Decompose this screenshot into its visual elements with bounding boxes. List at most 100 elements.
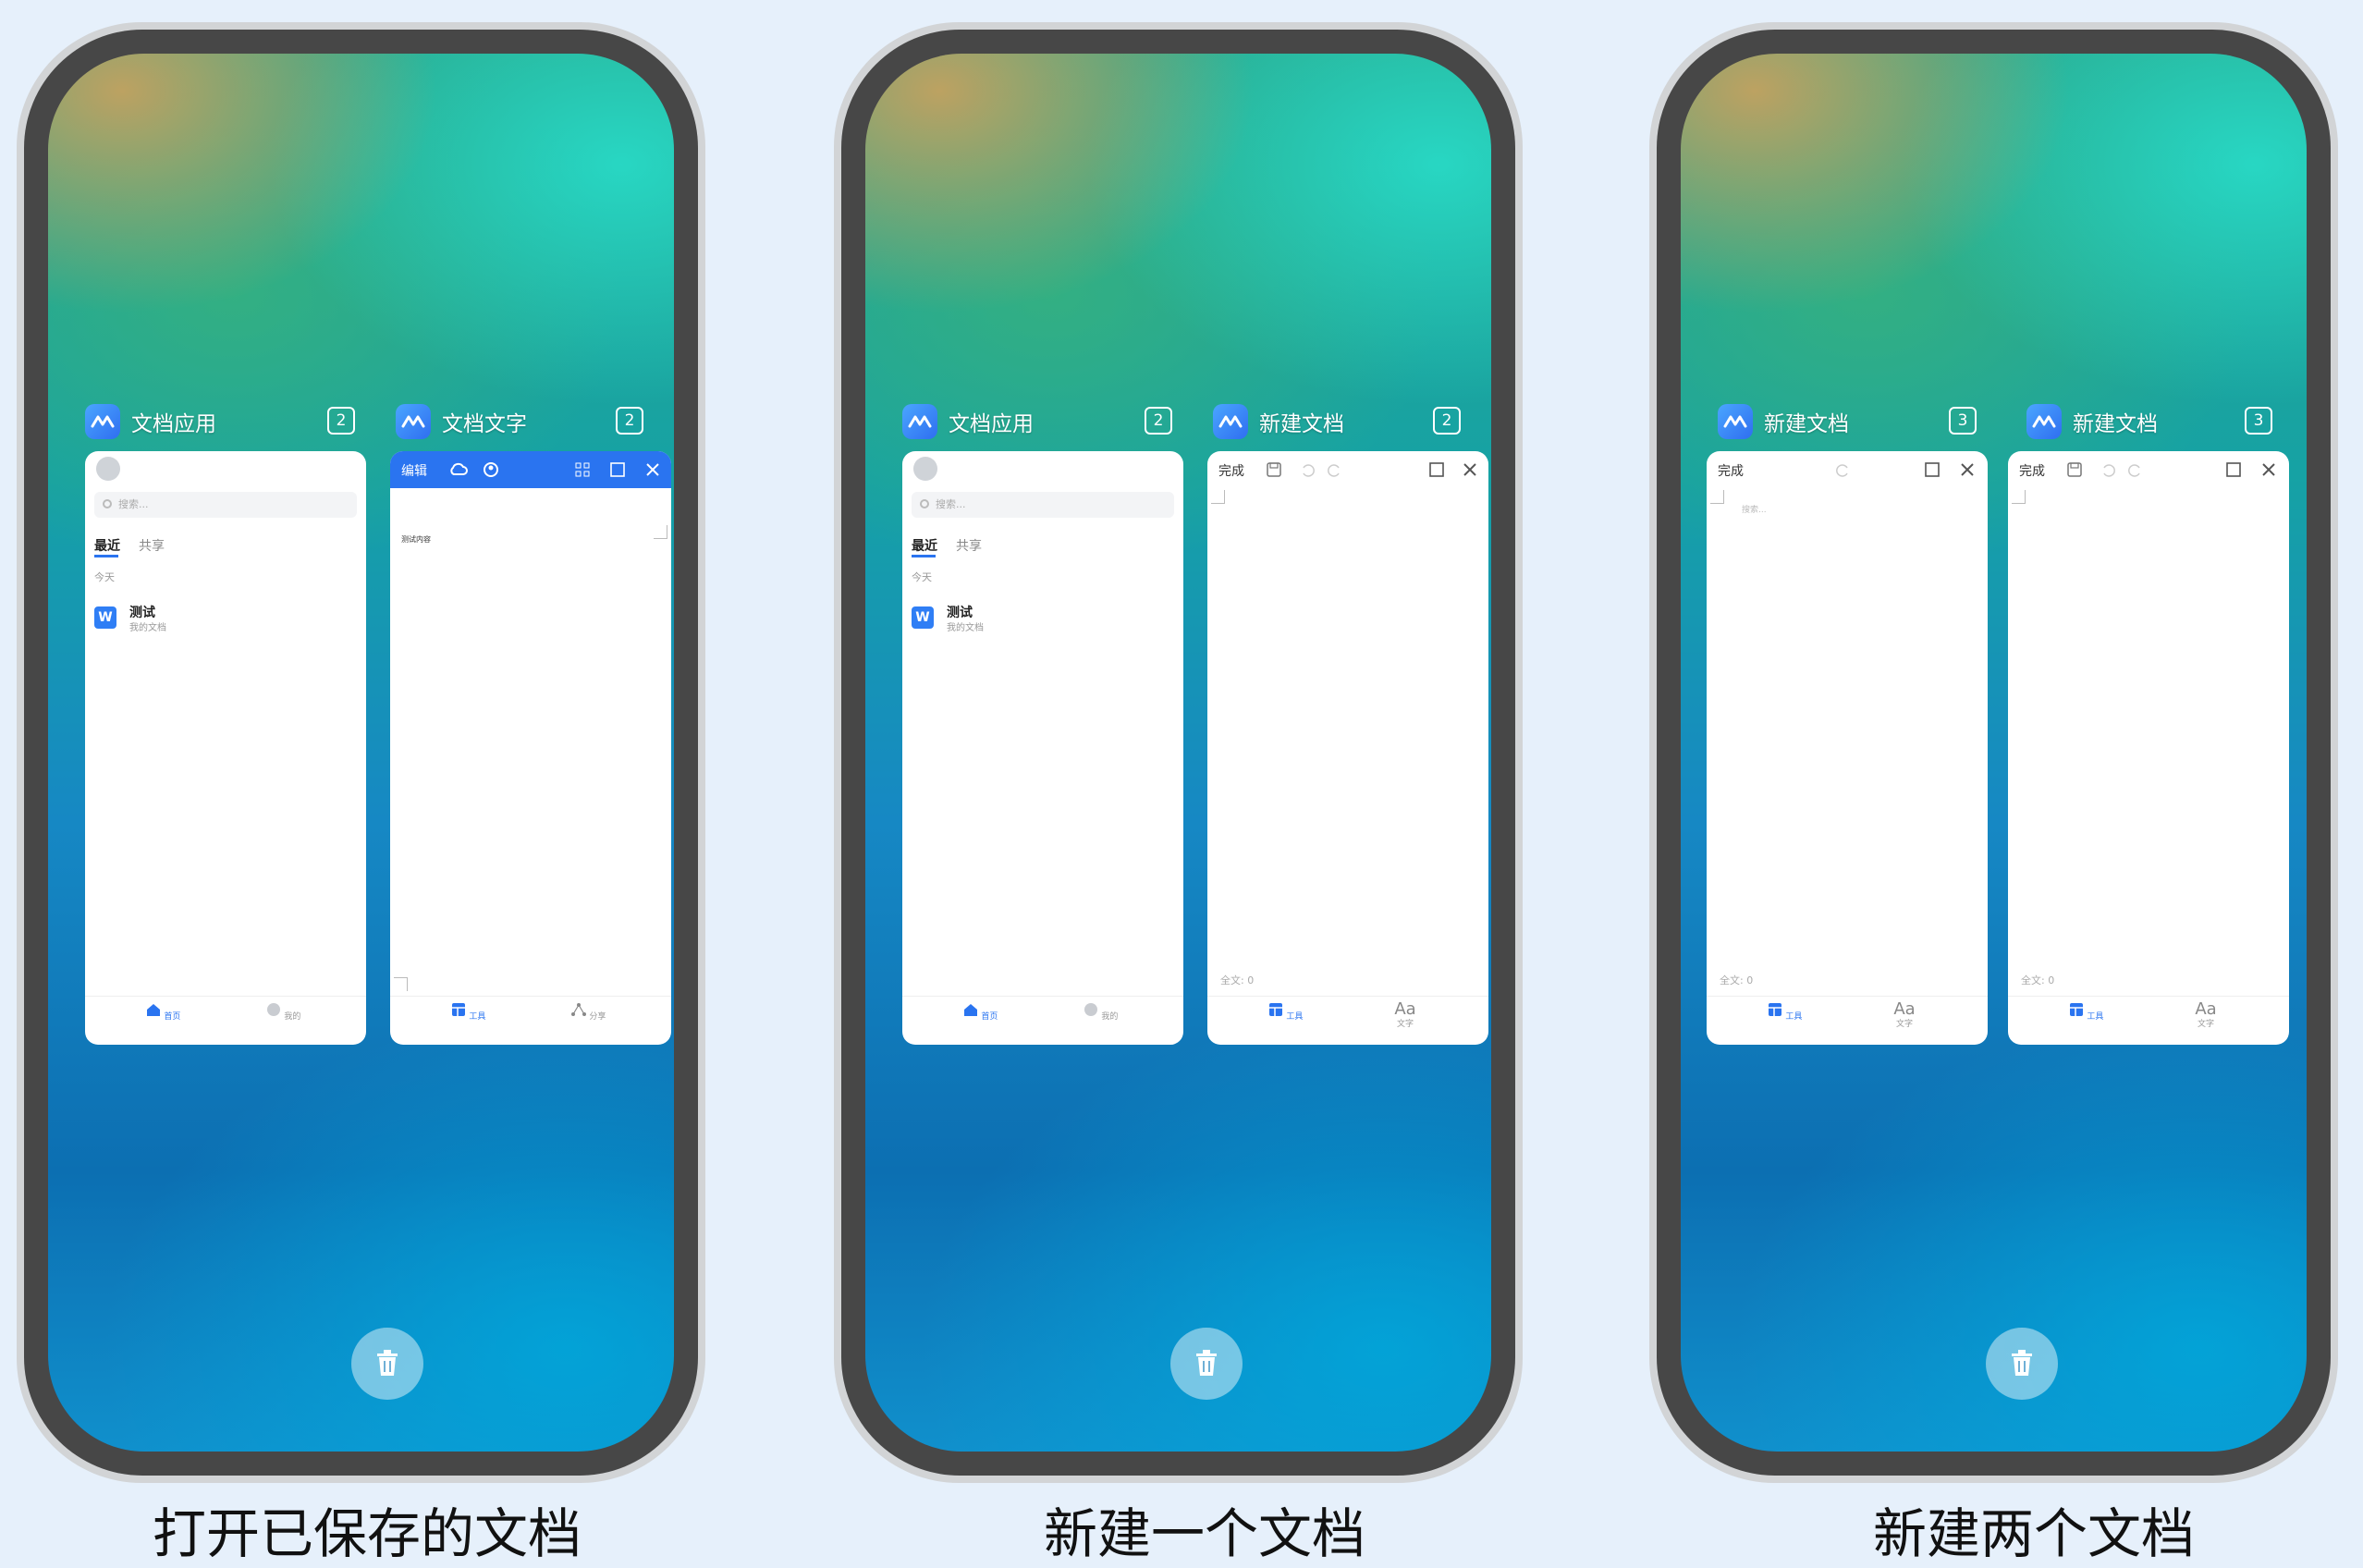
task-header-docs-text[interactable]: 文档文字 2 xyxy=(396,394,673,449)
window-icon[interactable] xyxy=(1925,462,1940,477)
clear-all-button[interactable] xyxy=(1986,1328,2058,1400)
word-file-icon: W xyxy=(94,606,116,629)
tab-recent[interactable]: 最近 xyxy=(94,536,120,555)
docs-app-icon xyxy=(1213,404,1248,439)
window-count-badge[interactable]: 3 xyxy=(2245,407,2272,435)
search-input[interactable]: 搜索... xyxy=(94,492,357,518)
tab-shared[interactable]: 共享 xyxy=(139,536,165,555)
file-name[interactable]: 测试 xyxy=(129,603,155,621)
bottom-nav: 首页 我的 xyxy=(902,996,1183,1045)
task-card-new-doc[interactable]: 完成 全文: 0 工具 Aa 文字 xyxy=(1207,451,1488,1045)
nav-mine[interactable]: 我的 xyxy=(1072,1002,1128,1022)
task-card-docs-app[interactable]: 搜索... 最近 共享 今天 W 测试 我的文档 首页 我的 xyxy=(85,451,366,1045)
window-count-badge[interactable]: 2 xyxy=(1145,407,1172,435)
edit-button[interactable]: 编辑 xyxy=(401,461,427,480)
window-count-badge[interactable]: 2 xyxy=(1433,407,1461,435)
panel-new-two: 新建文档 3 完成 搜索... 全文: 0 工具 Aa 文字 新建文档 3 完成… xyxy=(1633,0,2338,1568)
clear-all-button[interactable] xyxy=(1170,1328,1243,1400)
redo-icon[interactable] xyxy=(1836,462,1851,477)
nav-share[interactable]: 分享 xyxy=(560,1002,616,1022)
nav-text[interactable]: Aa 文字 xyxy=(1377,1001,1433,1030)
task-card-new-doc-1[interactable]: 完成 搜索... 全文: 0 工具 Aa 文字 xyxy=(1707,451,1988,1045)
trash-icon xyxy=(377,1350,398,1376)
nav-text[interactable]: Aa 文字 xyxy=(2178,999,2234,1030)
word-count: 全文: 0 xyxy=(1220,974,1255,986)
task-header-new-doc-1[interactable]: 新建文档 3 xyxy=(1718,394,1995,449)
panel-caption: 新建一个文档 xyxy=(1044,1502,1366,1565)
avatar[interactable] xyxy=(913,457,937,481)
file-name[interactable]: 测试 xyxy=(947,603,973,621)
bottom-nav: 工具 Aa 文字 xyxy=(2008,996,2289,1045)
search-icon xyxy=(920,499,929,508)
account-icon[interactable] xyxy=(483,461,499,478)
document-body-text[interactable]: 测试内容 xyxy=(401,534,431,545)
task-header-new-doc-2[interactable]: 新建文档 3 xyxy=(2026,394,2304,449)
window-icon[interactable] xyxy=(610,462,625,477)
tools-icon xyxy=(451,1003,465,1016)
task-header-docs-app[interactable]: 文档应用 2 xyxy=(85,394,362,449)
recent-tasks-screen: 新建文档 3 完成 搜索... 全文: 0 工具 Aa 文字 新建文档 3 完成… xyxy=(1681,54,2307,1452)
nav-home[interactable]: 首页 xyxy=(952,1002,1008,1022)
window-count-badge[interactable]: 2 xyxy=(616,407,643,435)
clear-all-button[interactable] xyxy=(351,1328,423,1400)
redo-icon[interactable] xyxy=(1328,462,1342,477)
text-format-icon: Aa xyxy=(1893,999,1916,1019)
window-count-badge[interactable]: 3 xyxy=(1949,407,1977,435)
avatar[interactable] xyxy=(96,457,120,481)
undo-icon[interactable] xyxy=(1300,462,1315,477)
phone-frame: 新建文档 3 完成 搜索... 全文: 0 工具 Aa 文字 新建文档 3 完成… xyxy=(1649,22,2338,1483)
nav-tools[interactable]: 工具 xyxy=(1257,1002,1313,1022)
task-card-docs-app[interactable]: 搜索... 最近 共享 今天 W 测试 我的文档 首页 我的 xyxy=(902,451,1183,1045)
document-placeholder[interactable]: 搜索... xyxy=(1742,503,1767,515)
panel-new-one: 文档应用 2 搜索... 最近 共享 今天 W 测试 我的文档 首页 我的 新建… xyxy=(817,0,1523,1568)
bottom-nav: 工具 分享 xyxy=(390,996,671,1045)
task-header-new-doc[interactable]: 新建文档 2 xyxy=(1213,394,1490,449)
done-button[interactable]: 完成 xyxy=(1718,461,1744,480)
close-icon[interactable] xyxy=(645,462,660,477)
phone-bezel: 文档应用 2 搜索... 最近 共享 今天 W 测试 我的文档 xyxy=(841,30,1515,1476)
page-corner-mark xyxy=(394,977,408,991)
done-button[interactable]: 完成 xyxy=(1218,461,1244,480)
nav-mine[interactable]: 我的 xyxy=(255,1002,311,1022)
window-count-badge[interactable]: 2 xyxy=(327,407,355,435)
docs-app-icon xyxy=(85,404,120,439)
tab-recent[interactable]: 最近 xyxy=(912,536,937,555)
share-icon xyxy=(570,1003,586,1016)
task-app-name: 文档应用 xyxy=(131,412,216,436)
editor-toolbar: 完成 xyxy=(2008,451,2289,488)
page-corner-mark xyxy=(1710,490,1724,504)
task-card-docs-text[interactable]: 编辑 测试内容 工具 分享 xyxy=(390,451,671,1045)
page-corner-mark xyxy=(2012,490,2026,504)
nav-tools[interactable]: 工具 xyxy=(440,1002,496,1022)
tools-icon xyxy=(1768,1003,1781,1016)
task-card-new-doc-2[interactable]: 完成 全文: 0 工具 Aa 文字 xyxy=(2008,451,2289,1045)
search-input[interactable]: 搜索... xyxy=(912,492,1174,518)
tab-shared[interactable]: 共享 xyxy=(956,536,982,555)
section-today: 今天 xyxy=(912,571,932,583)
page-corner-mark xyxy=(1211,490,1225,504)
user-icon xyxy=(1084,1003,1097,1016)
redo-icon[interactable] xyxy=(2128,462,2143,477)
panel-open-saved: 文档应用 2 搜索... 最近 共享 今天 W 测试 我的文档 首页 我的 文档… xyxy=(0,0,705,1568)
nav-home[interactable]: 首页 xyxy=(135,1002,190,1022)
recent-tasks-screen: 文档应用 2 搜索... 最近 共享 今天 W 测试 我的文档 xyxy=(865,54,1491,1452)
cloud-icon[interactable] xyxy=(449,462,468,477)
window-icon[interactable] xyxy=(1429,462,1444,477)
window-icon[interactable] xyxy=(2226,462,2241,477)
bottom-nav: 工具 Aa 文字 xyxy=(1707,996,1988,1045)
close-icon[interactable] xyxy=(2261,462,2276,477)
tools-icon xyxy=(2069,1003,2083,1016)
bottom-nav: 首页 我的 xyxy=(85,996,366,1045)
nav-tools[interactable]: 工具 xyxy=(1757,1002,1812,1022)
close-icon[interactable] xyxy=(1960,462,1975,477)
close-icon[interactable] xyxy=(1463,462,1477,477)
text-format-icon: Aa xyxy=(2195,999,2217,1019)
done-button[interactable]: 完成 xyxy=(2019,461,2045,480)
undo-icon[interactable] xyxy=(2100,462,2115,477)
nav-tools[interactable]: 工具 xyxy=(2058,1002,2113,1022)
save-icon[interactable] xyxy=(1267,462,1281,477)
nav-text[interactable]: Aa 文字 xyxy=(1877,999,1932,1030)
grid-icon[interactable] xyxy=(575,462,590,477)
save-icon[interactable] xyxy=(2067,462,2082,477)
task-header-docs-app[interactable]: 文档应用 2 xyxy=(902,394,1180,449)
